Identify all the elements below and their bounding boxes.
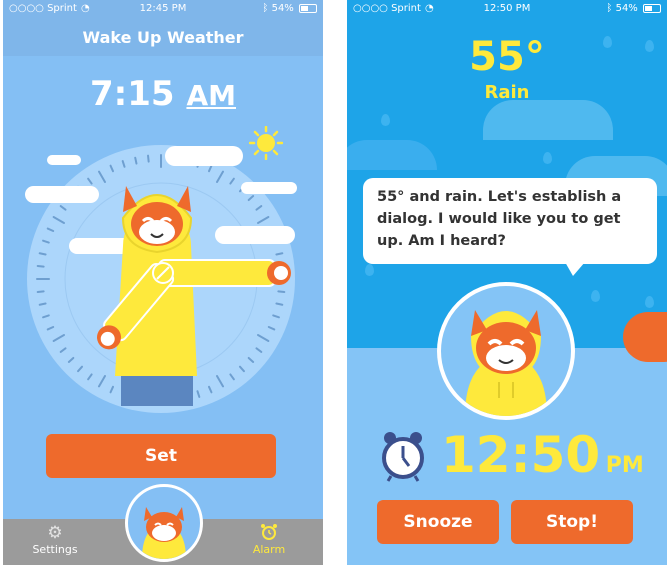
cloud	[165, 146, 243, 166]
dial-tick	[147, 154, 150, 163]
weather-temperature: 55°	[469, 34, 545, 80]
tab-settings[interactable]: ⚙ Settings	[25, 523, 85, 563]
raindrop	[543, 152, 552, 164]
dial-tick	[36, 290, 45, 293]
raindrop	[381, 114, 390, 126]
avatar	[142, 507, 186, 559]
dial-tick	[38, 252, 47, 256]
stop-button[interactable]: Stop!	[511, 500, 633, 544]
orange-blob	[623, 312, 667, 362]
current-time-value: 12:50	[441, 426, 601, 484]
battery-percent: 54%	[615, 3, 638, 14]
alarm-time-value: 7:15	[90, 74, 175, 114]
bluetooth-icon: ᛒ	[262, 3, 269, 14]
battery-percent: 54%	[271, 3, 294, 14]
status-right: ᛒ 54%	[262, 3, 317, 14]
raindrop	[365, 264, 374, 276]
cloud	[347, 140, 437, 170]
current-time: 12:50 PM	[441, 426, 644, 484]
dial-tick	[38, 302, 47, 306]
clock-icon	[379, 430, 427, 482]
status-right: ᛒ 54%	[606, 3, 661, 14]
status-bar: ○○○○ Sprint ◔ 12:50 PM ᛒ 54%	[347, 0, 667, 18]
dial-tick	[36, 265, 45, 268]
cloud	[47, 155, 81, 165]
set-button-label: Set	[145, 446, 177, 466]
bluetooth-icon: ᛒ	[606, 3, 613, 14]
set-button[interactable]: Set	[46, 434, 276, 478]
wake-up-weather-set-screen: ○○○○ Sprint ◔ 12:45 PM ᛒ 54% Wake Up Wea…	[3, 0, 323, 565]
snooze-button-label: Snooze	[403, 512, 473, 532]
speech-bubble: 55° and rain. Let's establish a dialog. …	[363, 178, 657, 264]
tab-alarm[interactable]: Alarm	[241, 523, 297, 563]
avatar	[437, 282, 575, 420]
alarm-time[interactable]: 7:15 AM	[3, 74, 323, 114]
battery-icon	[643, 3, 661, 13]
battery-icon	[299, 3, 317, 13]
gear-icon: ⚙	[47, 523, 63, 543]
tab-settings-label: Settings	[32, 543, 78, 556]
page-title: Wake Up Weather	[82, 28, 244, 47]
stop-button-label: Stop!	[546, 512, 598, 532]
dial-tick	[134, 156, 138, 165]
speech-bubble-tail	[565, 262, 585, 276]
cloud	[25, 186, 99, 203]
alarm-clock-icon	[241, 523, 297, 543]
tab-alarm-label: Alarm	[252, 543, 286, 556]
tab-home-avatar[interactable]	[125, 484, 203, 562]
speech-text: 55° and rain. Let's establish a dialog. …	[377, 189, 622, 249]
status-bar: ○○○○ Sprint ◔ 12:45 PM ᛒ 54%	[3, 0, 323, 18]
snooze-button[interactable]: Snooze	[377, 500, 499, 544]
alarm-ampm-toggle[interactable]: AM	[186, 79, 236, 112]
cat-mascot-illustration	[93, 176, 303, 406]
raindrop	[591, 290, 600, 302]
cloud	[483, 100, 613, 140]
raindrop	[645, 296, 654, 308]
current-time-ampm: PM	[605, 453, 644, 478]
wake-up-alarm-ringing-screen: ○○○○ Sprint ◔ 12:50 PM ᛒ 54% 55° Rain 55…	[347, 0, 667, 565]
weather-condition: Rain	[484, 82, 530, 103]
